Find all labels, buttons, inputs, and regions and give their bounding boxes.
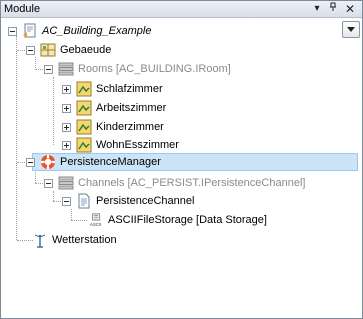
weather-station-icon	[34, 234, 46, 248]
tree-node-label: Rooms [AC_BUILDING.IRoom]	[78, 63, 231, 75]
panel-title: Module	[4, 3, 41, 15]
collapse-toggle[interactable]	[44, 65, 53, 74]
tree-node-persistence-manager[interactable]: PersistenceManager	[23, 153, 323, 171]
tree-line	[71, 209, 72, 220]
tree-line	[71, 220, 87, 221]
tree-node-label: ASCIIFileStorage [Data Storage]	[108, 214, 267, 226]
tree-node-channels[interactable]: Channels [AC_PERSIST.IPersistenceChannel…	[41, 174, 351, 192]
tree-node-label: Channels [AC_PERSIST.IPersistenceChannel…	[78, 177, 306, 189]
tree-node-label: Kinderzimmer	[96, 121, 164, 133]
expand-toggle[interactable]	[62, 104, 71, 113]
tree-node-root[interactable]: AC_Building_Example	[5, 22, 335, 40]
module-panel: Module ▾ ✕ AC_Building_Example Gebaeude …	[0, 0, 363, 319]
tree-node-label: PersistenceManager	[60, 156, 161, 168]
tree-line	[53, 191, 54, 201]
room-icon	[76, 119, 92, 135]
collection-icon	[58, 176, 74, 190]
building-icon	[40, 43, 56, 57]
room-icon	[76, 81, 92, 97]
close-icon[interactable]: ✕	[343, 2, 357, 16]
dropdown-arrow-icon[interactable]: ▾	[310, 2, 324, 16]
tree-line	[53, 77, 54, 145]
tree-node-label: PersistenceChannel	[96, 195, 195, 207]
expand-toggle[interactable]	[62, 123, 71, 132]
collapse-toggle[interactable]	[8, 27, 17, 36]
collapse-toggle[interactable]	[26, 46, 35, 55]
tree-node-label: Gebaeude	[60, 44, 112, 56]
collection-icon	[58, 62, 74, 76]
room-icon	[76, 100, 92, 116]
pin-icon[interactable]	[326, 2, 340, 16]
tree-node-arbeitszimmer[interactable]: Arbeitszimmer	[59, 99, 259, 117]
tree-node-ascii-storage[interactable]: ASCII ASCIIFileStorage [Data Storage]	[89, 211, 329, 229]
tree-node-kinderzimmer[interactable]: Kinderzimmer	[59, 118, 259, 136]
tree-node-wetterstation[interactable]: Wetterstation	[23, 231, 223, 249]
expand-toggle[interactable]	[62, 85, 71, 94]
collapse-toggle[interactable]	[62, 197, 71, 206]
view-options-dropdown[interactable]	[342, 21, 360, 38]
lifebuoy-icon	[41, 155, 55, 169]
project-icon	[23, 23, 36, 38]
tree-node-label: Wetterstation	[52, 234, 117, 246]
ascii-file-icon: ASCII	[90, 213, 102, 227]
collapse-toggle[interactable]	[26, 158, 35, 167]
collapse-toggle[interactable]	[44, 179, 53, 188]
document-icon	[78, 193, 90, 209]
panel-titlebar: Module ▾ ✕	[1, 1, 362, 18]
tree-line	[35, 169, 36, 183]
tree-node-label: Arbeitszimmer	[96, 102, 167, 114]
tree-node-gebaeude[interactable]: Gebaeude	[23, 41, 323, 59]
tree-line	[16, 36, 17, 240]
expand-toggle[interactable]	[62, 141, 71, 150]
chevron-down-icon	[347, 27, 355, 32]
tree-node-label: Schlafzimmer	[96, 83, 163, 95]
tree-node-persistence-channel[interactable]: PersistenceChannel	[59, 192, 279, 210]
tree-node-wohnesszimmer[interactable]: WohnEsszimmer	[59, 136, 259, 154]
tree-node-label: WohnEsszimmer	[96, 139, 179, 151]
tree-node-schlafzimmer[interactable]: Schlafzimmer	[59, 80, 259, 98]
svg-text:ASCII: ASCII	[90, 222, 102, 227]
tree-node-rooms[interactable]: Rooms [AC_BUILDING.IRoom]	[41, 60, 351, 78]
room-icon	[76, 137, 92, 153]
tree-node-label: AC_Building_Example	[42, 25, 152, 37]
